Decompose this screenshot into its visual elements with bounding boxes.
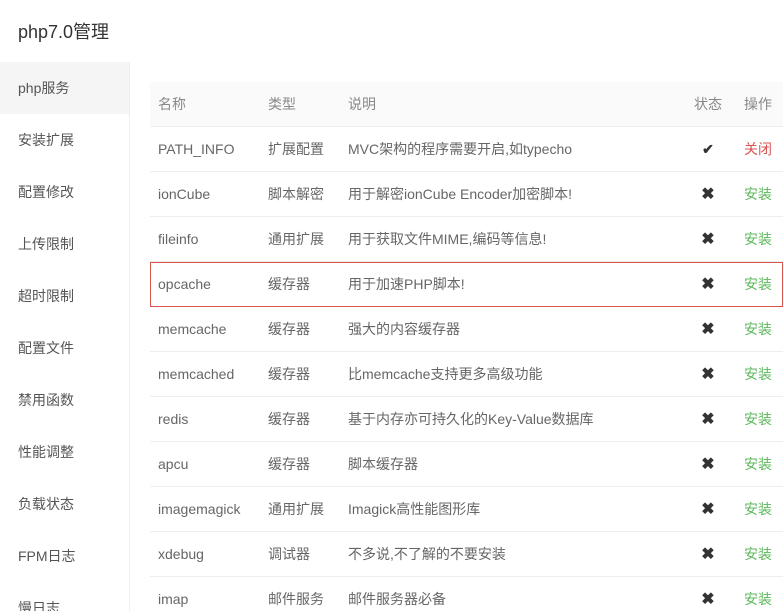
sidebar-item-6[interactable]: 禁用函数 xyxy=(0,374,129,426)
ext-type: 脚本解密 xyxy=(260,172,340,217)
x-icon: ✖ xyxy=(701,231,714,248)
ext-name: memcached xyxy=(150,352,260,397)
sidebar-item-9[interactable]: FPM日志 xyxy=(0,530,129,582)
ext-status: ✖ xyxy=(683,172,733,217)
ext-name: ionCube xyxy=(150,172,260,217)
table-row: redis缓存器基于内存亦可持久化的Key-Value数据库 ✖ 安装 xyxy=(150,397,783,442)
ext-name: imap xyxy=(150,577,260,611)
ext-status: ✖ xyxy=(683,352,733,397)
ext-name: redis xyxy=(150,397,260,442)
sidebar-item-4[interactable]: 超时限制 xyxy=(0,270,129,322)
x-icon: ✖ xyxy=(701,276,714,293)
ext-desc: 强大的内容缓存器 xyxy=(340,307,683,352)
ext-status: ✔ xyxy=(683,127,733,172)
ext-status: ✖ xyxy=(683,532,733,577)
ext-desc: 用于加速PHP脚本! xyxy=(340,262,683,307)
col-header-status: 状态 xyxy=(683,82,733,127)
ext-desc: 用于获取文件MIME,编码等信息! xyxy=(340,217,683,262)
ext-type: 扩展配置 xyxy=(260,127,340,172)
sidebar-item-7[interactable]: 性能调整 xyxy=(0,426,129,478)
page-title: php7.0管理 xyxy=(0,0,783,62)
ext-type: 缓存器 xyxy=(260,352,340,397)
x-icon: ✖ xyxy=(701,186,714,203)
table-row: memcache缓存器强大的内容缓存器 ✖ 安装 xyxy=(150,307,783,352)
install-button[interactable]: 安装 xyxy=(744,501,772,517)
ext-status: ✖ xyxy=(683,487,733,532)
sidebar-item-5[interactable]: 配置文件 xyxy=(0,322,129,374)
ext-name: memcache xyxy=(150,307,260,352)
ext-desc: 比memcache支持更多高级功能 xyxy=(340,352,683,397)
table-row: apcu缓存器脚本缓存器 ✖ 安装 xyxy=(150,442,783,487)
col-header-action: 操作 xyxy=(733,82,783,127)
ext-type: 缓存器 xyxy=(260,262,340,307)
install-button[interactable]: 安装 xyxy=(744,321,772,337)
ext-status: ✖ xyxy=(683,397,733,442)
install-button[interactable]: 安装 xyxy=(744,591,772,607)
ext-desc: 用于解密ionCube Encoder加密脚本! xyxy=(340,172,683,217)
close-button[interactable]: 关闭 xyxy=(744,141,772,157)
install-button[interactable]: 安装 xyxy=(744,276,772,292)
ext-status: ✖ xyxy=(683,262,733,307)
ext-status: ✖ xyxy=(683,307,733,352)
x-icon: ✖ xyxy=(701,366,714,383)
ext-name: xdebug xyxy=(150,532,260,577)
ext-desc: 基于内存亦可持久化的Key-Value数据库 xyxy=(340,397,683,442)
table-row: imap邮件服务邮件服务器必备 ✖ 安装 xyxy=(150,577,783,611)
ext-type: 通用扩展 xyxy=(260,487,340,532)
table-row: xdebug调试器不多说,不了解的不要安装 ✖ 安装 xyxy=(150,532,783,577)
sidebar-item-2[interactable]: 配置修改 xyxy=(0,166,129,218)
ext-desc: Imagick高性能图形库 xyxy=(340,487,683,532)
extensions-table: 名称 类型 说明 状态 操作 PATH_INFO扩展配置MVC架构的程序需要开启… xyxy=(150,82,783,611)
ext-status: ✖ xyxy=(683,577,733,611)
table-row: PATH_INFO扩展配置MVC架构的程序需要开启,如typecho ✔ 关闭 xyxy=(150,127,783,172)
ext-desc: MVC架构的程序需要开启,如typecho xyxy=(340,127,683,172)
install-button[interactable]: 安装 xyxy=(744,411,772,427)
ext-desc: 邮件服务器必备 xyxy=(340,577,683,611)
ext-desc: 不多说,不了解的不要安装 xyxy=(340,532,683,577)
sidebar-item-3[interactable]: 上传限制 xyxy=(0,218,129,270)
sidebar: php服务安装扩展配置修改上传限制超时限制配置文件禁用函数性能调整负载状态FPM… xyxy=(0,62,130,611)
ext-type: 邮件服务 xyxy=(260,577,340,611)
ext-name: opcache xyxy=(150,262,260,307)
ext-name: PATH_INFO xyxy=(150,127,260,172)
table-row: opcache缓存器用于加速PHP脚本! ✖ 安装 xyxy=(150,262,783,307)
ext-status: ✖ xyxy=(683,442,733,487)
col-header-type: 类型 xyxy=(260,82,340,127)
ext-desc: 脚本缓存器 xyxy=(340,442,683,487)
install-button[interactable]: 安装 xyxy=(744,456,772,472)
col-header-name: 名称 xyxy=(150,82,260,127)
install-button[interactable]: 安装 xyxy=(744,231,772,247)
table-row: memcached缓存器比memcache支持更多高级功能 ✖ 安装 xyxy=(150,352,783,397)
x-icon: ✖ xyxy=(701,411,714,428)
sidebar-item-0[interactable]: php服务 xyxy=(0,62,129,114)
sidebar-item-1[interactable]: 安装扩展 xyxy=(0,114,129,166)
install-button[interactable]: 安装 xyxy=(744,186,772,202)
x-icon: ✖ xyxy=(701,501,714,518)
ext-status: ✖ xyxy=(683,217,733,262)
ext-name: apcu xyxy=(150,442,260,487)
ext-type: 缓存器 xyxy=(260,442,340,487)
x-icon: ✖ xyxy=(701,591,714,608)
col-header-desc: 说明 xyxy=(340,82,683,127)
ext-type: 缓存器 xyxy=(260,397,340,442)
ext-type: 通用扩展 xyxy=(260,217,340,262)
x-icon: ✖ xyxy=(701,456,714,473)
sidebar-item-10[interactable]: 慢日志 xyxy=(0,582,129,611)
ext-type: 缓存器 xyxy=(260,307,340,352)
ext-name: fileinfo xyxy=(150,217,260,262)
install-button[interactable]: 安装 xyxy=(744,366,772,382)
x-icon: ✖ xyxy=(701,321,714,338)
table-row: imagemagick通用扩展Imagick高性能图形库 ✖ 安装 xyxy=(150,487,783,532)
table-row: fileinfo通用扩展用于获取文件MIME,编码等信息! ✖ 安装 xyxy=(150,217,783,262)
ext-type: 调试器 xyxy=(260,532,340,577)
x-icon: ✖ xyxy=(701,546,714,563)
ext-name: imagemagick xyxy=(150,487,260,532)
check-icon: ✔ xyxy=(702,141,714,157)
install-button[interactable]: 安装 xyxy=(744,546,772,562)
sidebar-item-8[interactable]: 负载状态 xyxy=(0,478,129,530)
table-row: ionCube脚本解密用于解密ionCube Encoder加密脚本! ✖ 安装 xyxy=(150,172,783,217)
